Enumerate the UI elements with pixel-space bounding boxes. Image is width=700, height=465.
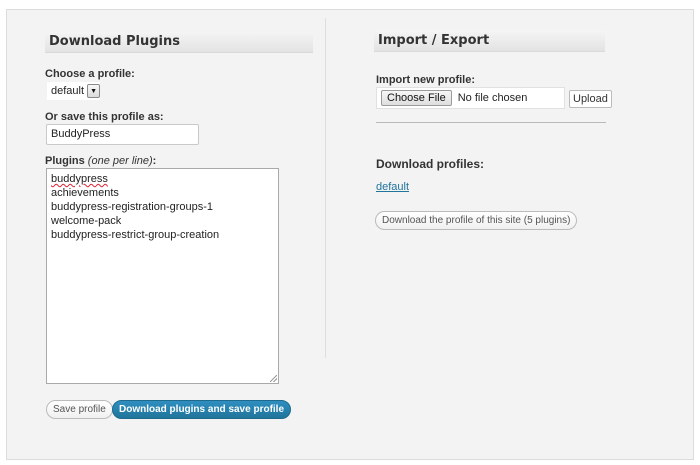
download-and-save-button[interactable]: Download plugins and save profile — [112, 400, 292, 419]
plugin-line: buddypress — [51, 173, 108, 185]
upload-button[interactable]: Upload — [569, 90, 612, 108]
file-input[interactable]: Choose File No file chosen — [376, 87, 565, 109]
import-export-heading: Import / Export — [374, 30, 605, 52]
resize-grip-icon[interactable] — [270, 375, 277, 382]
plugins-label: Plugins (one per line): — [45, 155, 156, 167]
save-profile-button[interactable]: Save profile — [46, 400, 113, 419]
import-profile-label: Import new profile: — [376, 74, 475, 86]
column-divider — [325, 18, 326, 358]
download-plugins-heading: Download Plugins — [45, 31, 313, 53]
plugin-line: buddypress-registration-groups-1 — [51, 201, 214, 213]
save-as-label: Or save this profile as: — [45, 111, 164, 123]
file-status: No file chosen — [457, 92, 528, 104]
plugins-hint: (one per line) — [87, 155, 153, 167]
choose-profile-label: Choose a profile: — [45, 68, 135, 80]
choose-file-button[interactable]: Choose File — [381, 90, 452, 106]
download-profiles-label: Download profiles: — [376, 157, 484, 171]
plugin-line: achievements — [51, 187, 119, 199]
profile-download-link[interactable]: default — [376, 181, 409, 193]
chevron-down-icon[interactable]: ▼ — [87, 84, 101, 98]
plugins-label-text: Plugins — [45, 155, 85, 167]
plugins-profile-panel: Download Plugins Choose a profile: defau… — [6, 9, 694, 460]
plugin-line: buddypress-restrict-group-creation — [51, 229, 220, 241]
profile-select[interactable]: default ▼ — [47, 82, 101, 100]
profile-select-value: default — [51, 85, 85, 97]
plugins-textarea[interactable]: buddypress achievements buddypress-regis… — [46, 168, 279, 384]
download-site-profile-button[interactable]: Download the profile of this site (5 plu… — [375, 211, 578, 230]
plugin-line: welcome-pack — [51, 215, 122, 227]
profile-name-input[interactable]: BuddyPress — [46, 124, 199, 145]
plugins-label-colon: : — [152, 155, 157, 167]
separator — [376, 122, 606, 123]
